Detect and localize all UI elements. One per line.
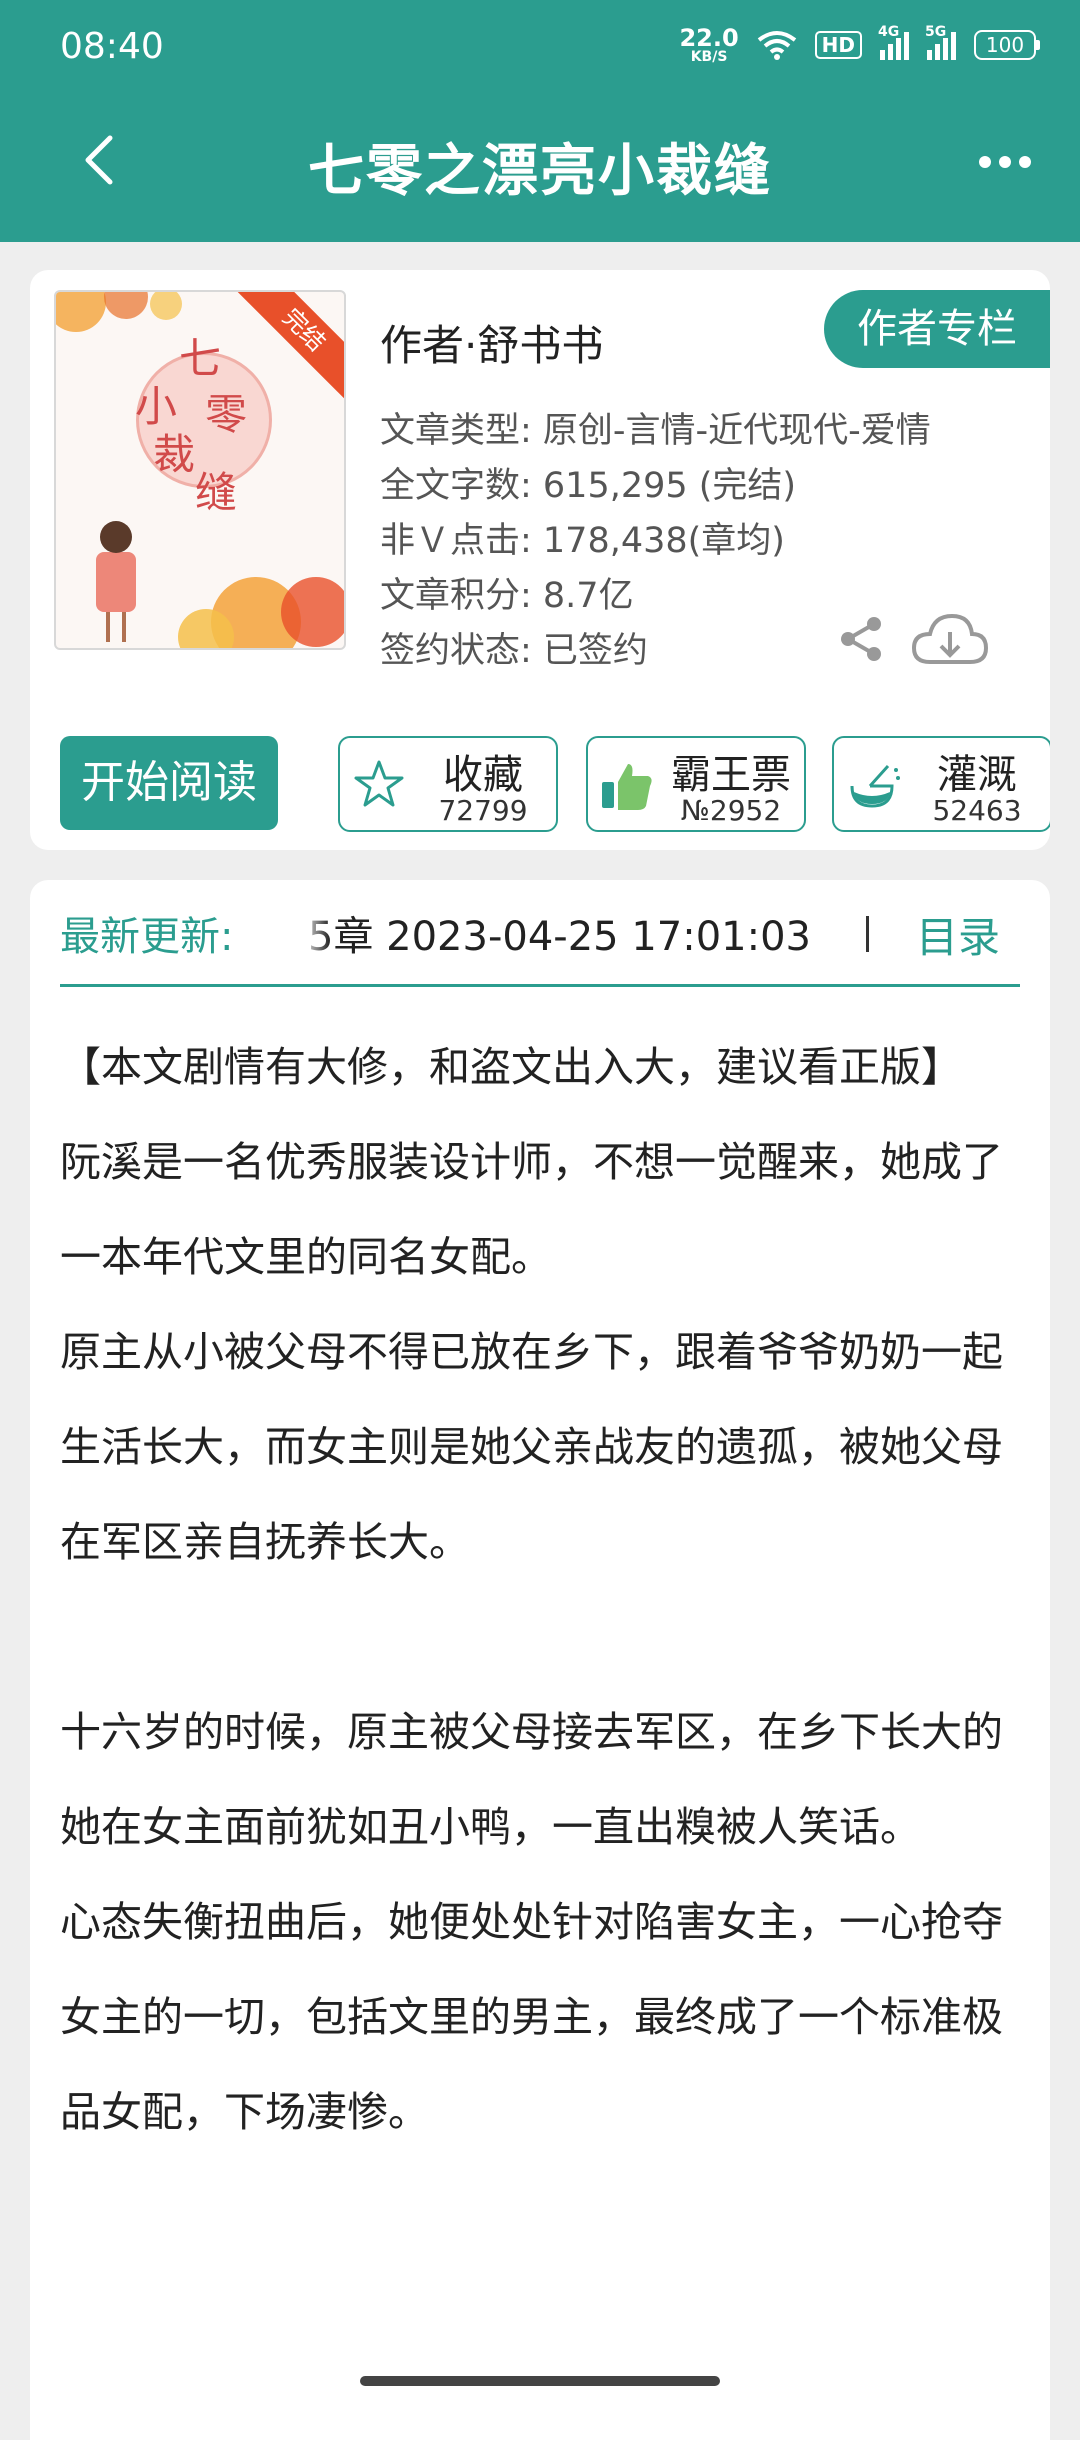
synopsis-paragraph: 【本文剧情有大修，和盗文出入大，建议看正版】 bbox=[60, 1043, 962, 1091]
divider bbox=[866, 916, 869, 952]
share-icon[interactable] bbox=[836, 614, 886, 664]
synopsis-paragraph: 原主从小被父母不得已放在乡下，跟着爷爷奶奶一起生活长大，而女主则是她父亲战友的遗… bbox=[60, 1328, 1003, 1566]
nourish-label: 灌溉 bbox=[937, 752, 1017, 798]
marquee-fade bbox=[300, 900, 330, 960]
latest-update-label: 最新更新: bbox=[60, 914, 234, 960]
synopsis-paragraph: 阮溪是一名优秀服装设计师，不想一觉醒来，她成了一本年代文里的同名女配。 bbox=[60, 1138, 1003, 1281]
meta-type: 文章类型: 原创-言情-近代现代-爱情 bbox=[380, 411, 931, 451]
cover-char: 七 bbox=[179, 334, 222, 383]
synopsis-card: 最新更新: 5章 2023-04-25 17:01:03 目录 【本文剧情有大修… bbox=[30, 880, 1050, 2440]
cover-char: 零 bbox=[205, 390, 248, 439]
status-time: 08:40 bbox=[60, 26, 164, 67]
author-name[interactable]: 作者·舒书书 bbox=[380, 312, 603, 373]
signal-icon: 5G bbox=[925, 24, 956, 60]
thumbs-up-icon bbox=[602, 764, 652, 810]
signal-label-5g: 5G bbox=[925, 24, 947, 40]
hd-badge: HD bbox=[814, 31, 862, 59]
vote-button[interactable]: 霸王票 №2952 bbox=[586, 736, 806, 832]
meta-word-count: 全文字数: 615,295 (完结) bbox=[380, 466, 797, 506]
battery-level: 100 bbox=[985, 33, 1025, 57]
vote-count: №2952 bbox=[680, 794, 782, 827]
page-title: 七零之漂亮小裁缝 bbox=[308, 139, 772, 204]
more-horizontal-icon bbox=[979, 156, 991, 168]
latest-update-value[interactable]: 5章 2023-04-25 17:01:03 bbox=[308, 904, 811, 962]
status-icons: 22.0 KB/S HD 4G 5G 100 bbox=[679, 24, 1040, 64]
home-indicator[interactable] bbox=[360, 2376, 720, 2386]
nourish-button[interactable]: 灌溉 52463 bbox=[832, 736, 1050, 832]
wifi-icon bbox=[757, 31, 796, 60]
star-icon bbox=[354, 760, 404, 807]
network-speed: 22.0 KB/S bbox=[679, 26, 738, 64]
collect-count: 72799 bbox=[438, 794, 528, 827]
battery-icon: 100 bbox=[974, 30, 1040, 60]
collect-button[interactable]: 收藏 72799 bbox=[338, 736, 558, 832]
cover-char: 缝 bbox=[195, 468, 238, 517]
cover-char: 裁 bbox=[153, 430, 196, 479]
book-cover[interactable]: 七 小 零 裁 缝 完结 bbox=[54, 290, 346, 650]
author-column-button[interactable]: 作者专栏 bbox=[824, 290, 1050, 368]
action-row: 开始阅读 收藏 72799 霸王票 №2952 灌溉 52463 bbox=[60, 736, 1050, 832]
nourish-count: 52463 bbox=[932, 794, 1022, 827]
book-info-card: 七 小 零 裁 缝 完结 作者·舒书书 作者专栏 文章类型: 原创-言情-近代现… bbox=[30, 270, 1050, 850]
divider bbox=[60, 984, 1020, 987]
synopsis-paragraph: 心态失衡扭曲后，她便处处针对陷害女主，一心抢夺女主的一切，包括文里的男主，最终成… bbox=[60, 1898, 1003, 2136]
synopsis-blank-line bbox=[60, 1590, 1040, 1685]
more-button[interactable] bbox=[970, 142, 1040, 182]
download-cloud-icon[interactable] bbox=[910, 610, 990, 670]
vote-label: 霸王票 bbox=[671, 752, 791, 798]
synopsis-text: 【本文剧情有大修，和盗文出入大，建议看正版】 阮溪是一名优秀服装设计师，不想一觉… bbox=[60, 1020, 1040, 2160]
signal-label-4g: 4G bbox=[878, 24, 900, 40]
synopsis-paragraph: 十六岁的时候，原主被父母接去军区，在乡下长大的她在女主面前犹如丑小鸭，一直出糗被… bbox=[60, 1708, 1003, 1851]
network-speed-unit: KB/S bbox=[690, 49, 728, 65]
signal-icon: 4G bbox=[878, 24, 909, 60]
cover-title-emblem: 七 小 零 裁 缝 bbox=[135, 334, 272, 517]
collect-label: 收藏 bbox=[443, 752, 523, 798]
table-of-contents-link[interactable]: 目录 bbox=[916, 904, 1000, 965]
network-speed-value: 22.0 bbox=[679, 24, 739, 52]
meta-clicks: 非Ｖ点击: 178,438(章均) bbox=[380, 521, 785, 561]
top-bar: 08:40 22.0 KB/S HD 4G 5G 100 七零之漂亮小裁缝 bbox=[0, 0, 1080, 242]
start-reading-button[interactable]: 开始阅读 bbox=[60, 736, 278, 830]
flask-icon bbox=[850, 764, 900, 808]
